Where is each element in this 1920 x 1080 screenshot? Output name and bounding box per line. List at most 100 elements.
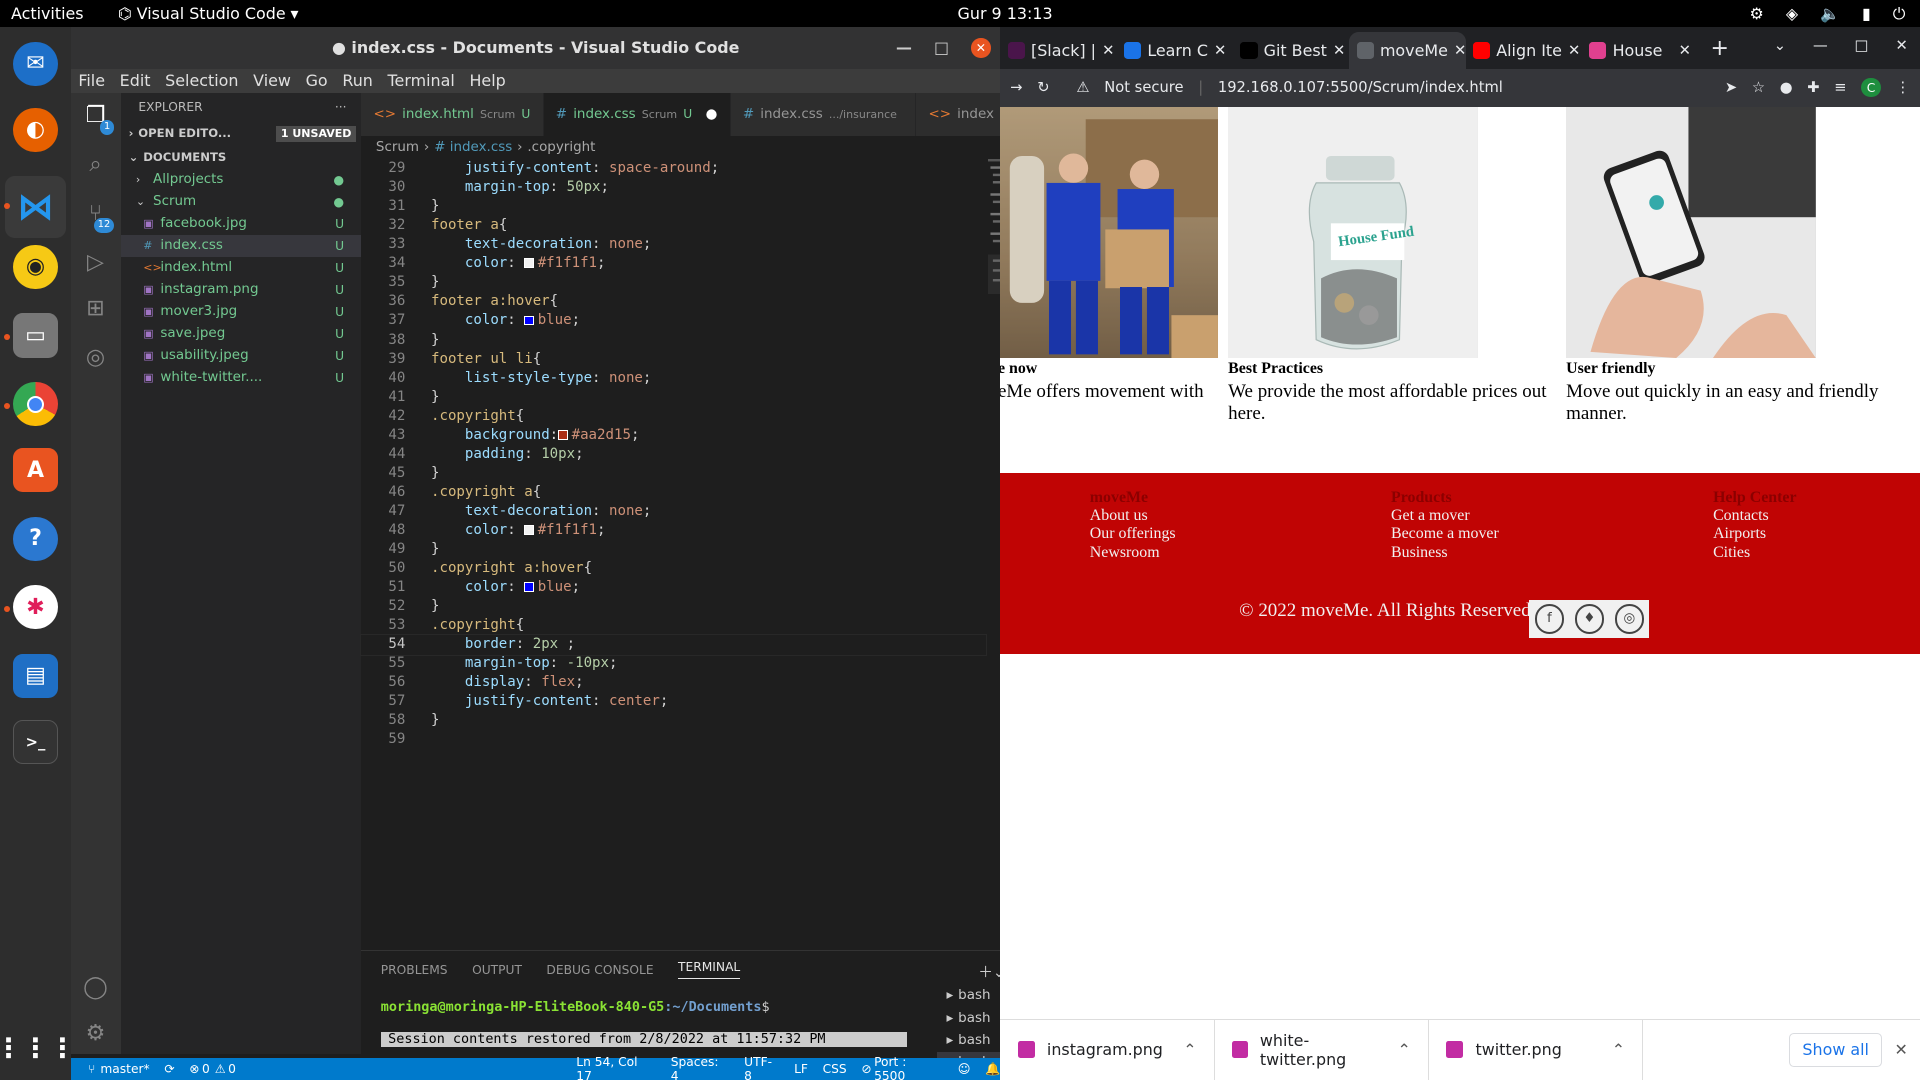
tab-search-icon[interactable]: ⌄ [1774, 37, 1786, 54]
not-secure-label[interactable]: Not secure [1104, 79, 1183, 96]
close-tab-icon[interactable]: ✕ [1679, 42, 1691, 59]
source-control-icon[interactable]: ⑂ 12 [82, 201, 114, 233]
indentation[interactable]: Spaces: 4 [671, 1055, 730, 1080]
browser-tab[interactable]: [Slack] | ✕ [1000, 32, 1116, 69]
tree-folder[interactable]: ⌄ Scrum ● [121, 191, 361, 213]
chevron-up-icon[interactable]: ⌃ [1612, 1040, 1625, 1059]
documents-section[interactable]: ⌄ DOCUMENTS [121, 146, 361, 169]
slack-icon[interactable]: ✱ [13, 585, 58, 630]
account-icon[interactable]: ◯ [82, 975, 109, 1002]
twitter-icon[interactable]: ♦ [1574, 604, 1605, 634]
close-icon[interactable]: ✕ [1894, 1040, 1907, 1059]
browser-tab[interactable]: Learn C ✕ [1117, 32, 1233, 69]
bell-icon[interactable]: 🔔 [985, 1062, 1000, 1076]
live-server-port[interactable]: Port : 5500 [874, 1055, 940, 1080]
footer-link[interactable]: Become a mover [1391, 525, 1499, 543]
code-editor[interactable]: 29 justify-content: space-around; 30 marg… [360, 159, 1071, 950]
new-tab-icon[interactable]: + [1711, 36, 1729, 61]
software-center-icon[interactable]: A [13, 448, 58, 493]
color-swatch[interactable] [524, 582, 535, 592]
battery-icon[interactable]: ▮ [1862, 4, 1871, 24]
encoding[interactable]: UTF-8 [744, 1055, 779, 1080]
cursor-position[interactable]: Ln 54, Col 17 [576, 1055, 656, 1080]
language-mode[interactable]: CSS [823, 1062, 847, 1076]
panel-tab-problems[interactable]: PROBLEMS [381, 963, 448, 977]
breadcrumb-folder[interactable]: Scrum [376, 140, 419, 155]
avatar[interactable]: C [1861, 77, 1881, 98]
vscode-dock-icon[interactable]: ⋈ [4, 176, 67, 238]
color-swatch[interactable] [524, 315, 535, 326]
download-item[interactable]: white-twitter.png ⌃ [1215, 1019, 1429, 1080]
send-icon[interactable]: ➤ [1725, 79, 1737, 96]
terminal-icon[interactable]: >_ [13, 720, 58, 765]
close-tab-icon[interactable]: ✕ [1102, 42, 1114, 59]
volume-icon[interactable]: 🔈 [1820, 4, 1840, 24]
unsaved-dot-icon[interactable]: ● [706, 107, 718, 122]
reading-list-icon[interactable]: ≡ [1834, 79, 1846, 96]
github-icon[interactable]: ◎ [82, 345, 109, 372]
editor-tab[interactable]: <> index.html Scrum U [361, 93, 544, 136]
forward-icon[interactable]: → [1010, 79, 1022, 96]
minimize-icon[interactable]: — [896, 38, 912, 58]
menu-terminal[interactable]: Terminal [380, 71, 462, 90]
show-all-button[interactable]: Show all [1789, 1033, 1883, 1067]
run-debug-icon[interactable]: ▷ [82, 250, 109, 277]
files-icon[interactable]: ▭ [13, 313, 58, 358]
close-icon[interactable]: ✕ [1895, 37, 1907, 54]
tree-file[interactable]: <> index.html U [121, 257, 361, 279]
extension-color-icon[interactable]: ● [1780, 79, 1793, 96]
color-swatch[interactable] [524, 258, 535, 269]
star-icon[interactable]: ☆ [1752, 79, 1765, 96]
tree-file[interactable]: # index.css U [121, 235, 362, 258]
error-count[interactable]: 0 [202, 1062, 210, 1076]
close-icon[interactable]: ✕ [971, 37, 991, 58]
system-tray[interactable]: ⚙ ◈ 🔈 ▮ ⏻ [1750, 4, 1906, 24]
extensions-icon[interactable]: ⊞ [82, 296, 109, 323]
chevron-up-icon[interactable]: ⌃ [1183, 1040, 1196, 1059]
extensions-icon[interactable]: ✚ [1807, 79, 1819, 96]
close-tab-icon[interactable]: ✕ [1214, 42, 1226, 59]
facebook-icon[interactable]: f [1534, 604, 1565, 634]
color-swatch[interactable] [558, 429, 568, 440]
browser-tab[interactable]: Align Ite ✕ [1466, 32, 1582, 69]
search-icon[interactable]: ⌕ [82, 152, 109, 179]
maximize-icon[interactable]: □ [934, 38, 949, 58]
warning-count[interactable]: 0 [228, 1062, 236, 1076]
download-item[interactable]: instagram.png ⌃ [1000, 1019, 1215, 1080]
footer-link[interactable]: Business [1391, 544, 1499, 562]
breadcrumb-symbol[interactable]: .copyright [527, 140, 595, 155]
editor-tab[interactable]: # index.css Scrum U ● [543, 93, 731, 136]
warning-icon[interactable]: ⚠ [1076, 79, 1089, 96]
footer-link[interactable]: Cities [1713, 544, 1797, 562]
close-tab-icon[interactable]: ✕ [1333, 42, 1345, 59]
close-tab-icon[interactable]: ✕ [1568, 42, 1580, 59]
footer-link[interactable]: Our offerings [1090, 525, 1176, 543]
network-icon[interactable]: ◈ [1786, 4, 1798, 24]
tree-folder[interactable]: › Allprojects ● [121, 169, 361, 191]
footer-link[interactable]: Contacts [1713, 507, 1797, 525]
footer-link[interactable]: Get a mover [1391, 507, 1499, 525]
maximize-icon[interactable]: □ [1855, 37, 1869, 54]
help-icon[interactable]: ? [13, 516, 58, 561]
thunderbird-icon[interactable]: ✉ [13, 41, 58, 86]
feedback-icon[interactable]: ☺ [958, 1062, 971, 1076]
footer-link[interactable]: Airports [1713, 525, 1797, 543]
menu-view[interactable]: View [246, 71, 298, 90]
tree-file[interactable]: ▣ mover3.jpg U [121, 301, 361, 323]
window-title-bar[interactable]: ● index.css - Documents - Visual Studio … [71, 26, 1001, 69]
activities-button[interactable]: Activities [11, 4, 84, 23]
firefox-icon[interactable]: ◐ [13, 107, 58, 152]
chevron-up-icon[interactable]: ⌃ [1398, 1040, 1411, 1059]
sync-icon[interactable]: ⟳ [164, 1062, 174, 1076]
gear-icon[interactable]: ⚙ [82, 1021, 109, 1048]
color-swatch[interactable] [524, 525, 535, 535]
menu-file[interactable]: File [71, 71, 112, 90]
more-actions-icon[interactable]: ··· [335, 93, 347, 122]
breadcrumb-file[interactable]: # index.css [434, 140, 512, 155]
open-editors-section[interactable]: › OPEN EDITO... 1 UNSAVED [121, 122, 361, 145]
tree-file[interactable]: ▣ white-twitter.... U [121, 367, 361, 389]
rhythmbox-icon[interactable]: ◉ [13, 244, 58, 289]
tree-file[interactable]: ▣ usability.jpeg U [121, 345, 361, 367]
power-icon[interactable]: ⏻ [1893, 4, 1906, 24]
tree-file[interactable]: ▣ save.jpeg U [121, 323, 361, 345]
